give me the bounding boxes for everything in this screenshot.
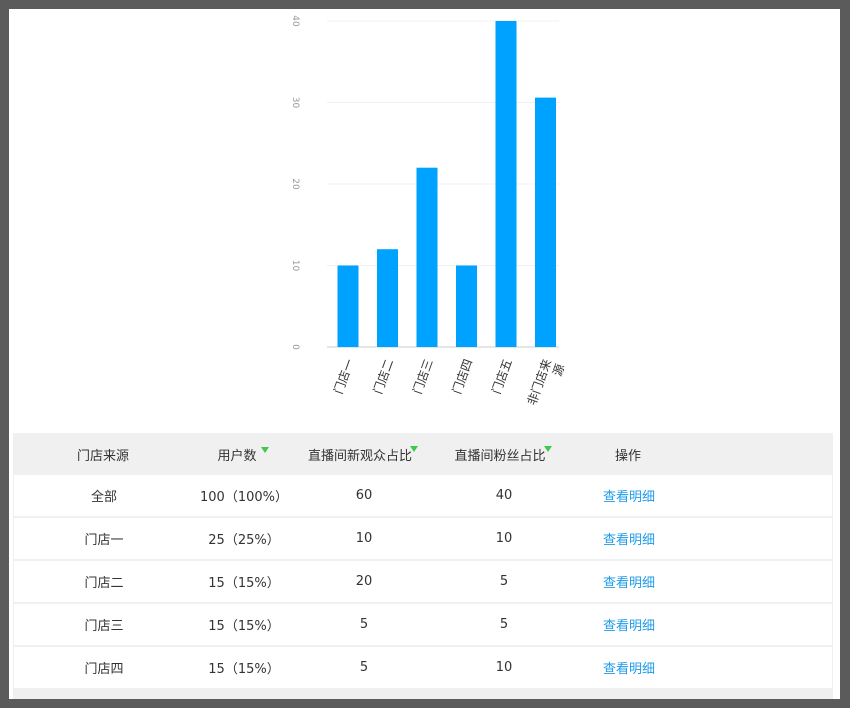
cell-source: 门店四 xyxy=(84,662,124,677)
cell-source: 门店一 xyxy=(84,533,124,548)
header-action: 操作 xyxy=(573,433,683,475)
header-source-label: 门店来源 xyxy=(76,448,129,464)
cell-source: 门店二 xyxy=(84,576,124,591)
cell-fan-ratio: 5 xyxy=(499,574,509,589)
bar xyxy=(337,265,359,347)
header-fan-ratio-label: 直播间粉丝占比 xyxy=(454,448,546,464)
view-details-link[interactable]: 查看明细 xyxy=(574,475,684,516)
x-tick-label: 门店五 xyxy=(488,357,514,396)
y-tick-label: 30 xyxy=(290,97,300,109)
header-users-label: 用户数 xyxy=(217,448,257,464)
cell-users: 15（15%） xyxy=(208,576,280,591)
bar xyxy=(495,21,517,347)
x-tick-label: 门店二 xyxy=(370,357,396,396)
bar xyxy=(377,249,398,347)
table-row: 门店二 15（15%） 20 5 查看明细 xyxy=(14,561,832,602)
cell-users: 100（100%） xyxy=(200,490,288,505)
bar xyxy=(456,265,477,347)
cell-new-ratio: 5 xyxy=(359,660,369,675)
x-tick-label-line: 门店五 xyxy=(488,357,514,396)
cell-source: 门店三 xyxy=(84,619,124,634)
cell-new-ratio: 5 xyxy=(359,617,369,632)
cell-users: 15（15%） xyxy=(208,662,280,677)
main-panel: 0 10 20 30 40 门店一 门店二 门店三 门店四 门店五 非门店来源 门店来源 用户数 直… xyxy=(9,9,840,699)
view-details-link[interactable]: 查看明细 xyxy=(574,604,684,645)
x-tick-label-line: 门店三 xyxy=(409,357,435,396)
table-row: 门店四 15（15%） 5 10 查看明细 xyxy=(14,647,832,688)
x-tick-label-line: 门店四 xyxy=(449,357,475,396)
table-row: 全部 100（100%） 60 40 查看明细 xyxy=(14,475,832,516)
header-fan-ratio[interactable]: 直播间粉丝占比 xyxy=(443,433,563,475)
view-details-link[interactable]: 查看明细 xyxy=(574,518,684,559)
bar-chart: 0 10 20 30 40 门店一 门店二 门店三 门店四 门店五 非门店来源 xyxy=(290,15,568,407)
cell-users: 25（25%） xyxy=(208,533,280,548)
cell-fan-ratio: 5 xyxy=(499,617,509,632)
data-table: 门店来源 用户数 直播间新观众占比 直播间粉丝占比 操作 全部 100（100%… xyxy=(13,433,833,699)
y-tick-label: 10 xyxy=(290,260,300,272)
y-tick-label: 40 xyxy=(290,15,300,27)
cell-fan-ratio: 40 xyxy=(495,488,513,503)
header-new-ratio-label: 直播间新观众占比 xyxy=(307,448,412,464)
cell-users: 15（15%） xyxy=(208,619,280,634)
sort-down-icon[interactable] xyxy=(543,446,552,452)
sort-down-icon[interactable] xyxy=(410,446,418,452)
x-tick-label-line: 非门店来 xyxy=(524,357,555,407)
header-source: 门店来源 xyxy=(53,433,153,475)
y-tick-label: 20 xyxy=(290,178,300,190)
y-tick-label: 0 xyxy=(290,344,300,350)
x-tick-label-line: 门店一 xyxy=(330,357,356,396)
header-users[interactable]: 用户数 xyxy=(183,433,303,475)
table-row: 门店三 15（15%） 5 5 查看明细 xyxy=(14,604,832,645)
bar xyxy=(535,97,556,347)
cell-fan-ratio: 10 xyxy=(495,531,513,546)
x-tick-label: 门店三 xyxy=(409,357,435,396)
cell-source: 全部 xyxy=(90,490,117,505)
cell-new-ratio: 20 xyxy=(355,574,373,589)
table-header: 门店来源 用户数 直播间新观众占比 直播间粉丝占比 操作 xyxy=(13,433,833,475)
view-details-link[interactable]: 查看明细 xyxy=(574,561,684,602)
view-details-link[interactable]: 查看明细 xyxy=(574,647,684,688)
x-tick-label-line: 门店二 xyxy=(370,357,396,396)
cell-fan-ratio: 10 xyxy=(495,660,513,675)
x-tick-label: 门店四 xyxy=(449,357,475,396)
bar xyxy=(416,167,438,347)
header-action-label: 操作 xyxy=(614,448,641,464)
x-tick-label: 门店一 xyxy=(330,357,356,396)
table-row: 门店一 25（25%） 10 10 查看明细 xyxy=(14,518,832,559)
x-tick-label: 非门店来源 xyxy=(524,357,568,407)
cell-new-ratio: 10 xyxy=(355,531,373,546)
header-new-ratio[interactable]: 直播间新观众占比 xyxy=(303,433,423,475)
cell-new-ratio: 60 xyxy=(355,488,373,503)
sort-down-icon[interactable] xyxy=(260,447,269,453)
x-tick-label-line: 源 xyxy=(550,362,567,378)
